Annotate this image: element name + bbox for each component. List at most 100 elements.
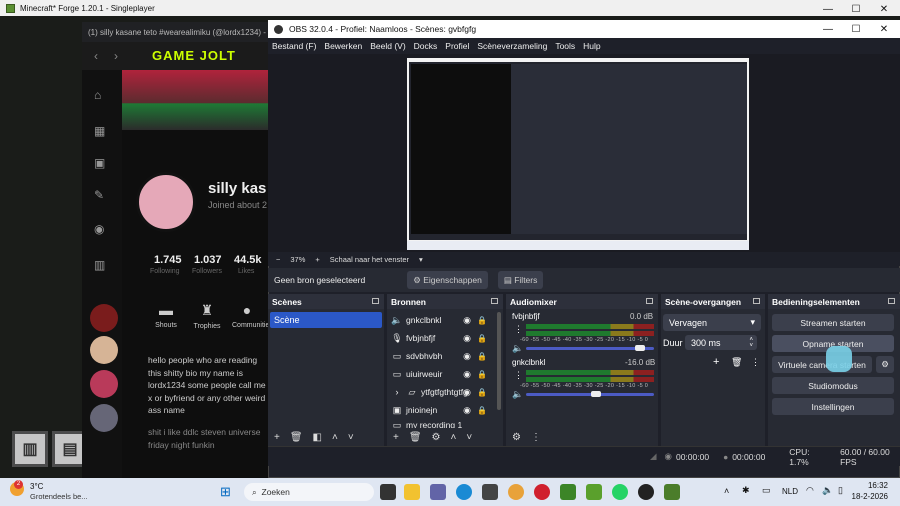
source-item[interactable]: 🔈 gnkclbnkl ◉ 🔒 <box>391 312 493 328</box>
menu-help[interactable]: Hulp <box>583 41 600 51</box>
menu-file[interactable]: Bestand (F) <box>272 41 316 51</box>
whatsapp-icon[interactable] <box>612 484 628 500</box>
home-icon[interactable]: ⌂ <box>94 88 110 104</box>
chevron-up-icon[interactable]: ˄ <box>451 432 457 443</box>
bag-icon[interactable]: ▣ <box>94 156 110 172</box>
chevron-down-icon[interactable]: ▾ <box>419 255 423 264</box>
menu-docks[interactable]: Docks <box>414 41 438 51</box>
community-avatar[interactable] <box>90 304 118 332</box>
popout-icon[interactable] <box>491 298 498 304</box>
stat-following-value[interactable]: 1.745 <box>154 254 182 266</box>
duration-input[interactable]: 300 ms ˄ ˅ <box>685 335 757 350</box>
popout-icon[interactable] <box>753 298 760 304</box>
gear-icon[interactable]: ⚙ <box>512 432 521 443</box>
zoom-out-button[interactable]: − <box>276 255 280 264</box>
chat-icon[interactable]: ◉ <box>94 222 110 238</box>
nav-trophies[interactable]: ♜ Trophies <box>192 302 222 330</box>
terminal-icon[interactable] <box>482 484 498 500</box>
edge-icon[interactable] <box>456 484 472 500</box>
trash-icon[interactable]: 🗑 <box>731 357 742 368</box>
clock-time[interactable]: 16:32 <box>858 481 888 490</box>
quest-icon[interactable]: ✎ <box>94 188 110 204</box>
lock-icon[interactable]: 🔒 <box>477 406 487 415</box>
source-item[interactable]: ▭ sdvbhvbh ◉ 🔒 <box>391 348 493 364</box>
speaker-icon[interactable]: 🔈 <box>512 389 523 400</box>
lock-icon[interactable]: 🔒 <box>477 352 487 361</box>
zoom-in-button[interactable]: + <box>315 255 319 264</box>
volume-icon[interactable]: 🔈 <box>822 485 833 496</box>
eye-icon[interactable]: ◉ <box>463 405 471 416</box>
trash-icon[interactable]: 🗑 <box>290 432 303 443</box>
community-avatar[interactable] <box>90 370 118 398</box>
store-icon[interactable]: ▦ <box>94 124 110 140</box>
clock-date[interactable]: 18-2-2026 <box>848 492 888 501</box>
start-streaming-button[interactable]: Streamen starten <box>772 314 894 331</box>
nav-shouts[interactable]: ▬ Shouts <box>151 302 181 329</box>
scrollbar[interactable] <box>497 312 501 410</box>
gear-icon[interactable]: ⚙ <box>876 356 894 373</box>
gamejolt-logo[interactable]: GAME JOLT <box>152 48 236 63</box>
filters-button[interactable]: ▤ Filters <box>497 271 544 289</box>
chrome-icon[interactable] <box>508 484 524 500</box>
app-icon[interactable] <box>664 484 680 500</box>
browser-tab[interactable]: (1) silly kasane teto #wearealimiku (@lo… <box>82 22 268 42</box>
eye-icon[interactable]: ◉ <box>463 333 471 344</box>
lock-icon[interactable]: 🔒 <box>477 334 487 343</box>
eye-icon[interactable]: ◉ <box>463 351 471 362</box>
source-item[interactable]: ▭ my recording 1 <box>391 420 493 428</box>
preview-canvas[interactable] <box>407 58 749 250</box>
minecraft-launcher-icon[interactable] <box>586 484 602 500</box>
back-icon[interactable]: ‹ <box>94 49 98 63</box>
nav-communities[interactable]: ● Communities <box>232 302 273 329</box>
add-icon[interactable]: + <box>393 432 399 443</box>
eye-icon[interactable]: ◉ <box>463 387 471 398</box>
volume-slider-knob[interactable] <box>634 345 645 351</box>
lock-icon[interactable]: 🔒 <box>477 370 487 379</box>
obs-icon[interactable] <box>638 484 654 500</box>
chevron-down-icon[interactable]: ˅ <box>466 432 472 443</box>
more-icon[interactable]: ⋮ <box>751 357 760 368</box>
avatar[interactable] <box>136 172 196 232</box>
stat-likes-value[interactable]: 44.5k <box>234 254 262 266</box>
lock-icon[interactable]: 🔒 <box>477 316 487 325</box>
gear-icon[interactable]: ⚙ <box>432 432 441 443</box>
task-view-icon[interactable] <box>380 484 396 500</box>
maximize-button[interactable]: ☐ <box>842 20 870 38</box>
weather-temp[interactable]: 3°C <box>30 482 43 491</box>
trash-icon[interactable]: 🗑 <box>409 432 422 443</box>
more-icon[interactable]: ⋮ <box>531 432 541 443</box>
eye-icon[interactable]: ◉ <box>463 315 471 326</box>
popout-icon[interactable] <box>888 298 895 304</box>
search-box[interactable]: ⌕ Zoeken <box>244 483 374 501</box>
forward-icon[interactable]: › <box>114 49 118 63</box>
community-avatar[interactable] <box>90 336 118 364</box>
menu-edit[interactable]: Bewerken <box>324 41 362 51</box>
eye-icon[interactable]: ◉ <box>463 369 471 380</box>
wifi-icon[interactable]: ◠ <box>806 485 814 496</box>
file-explorer-icon[interactable] <box>404 484 420 500</box>
menu-profile[interactable]: Profiel <box>445 41 469 51</box>
opera-icon[interactable] <box>534 484 550 500</box>
minimize-button[interactable]: — <box>814 20 842 38</box>
windows-start-icon[interactable]: ⊞ <box>220 484 231 500</box>
menu-scene-collection[interactable]: Scèneverzameling <box>477 41 547 51</box>
scale-mode[interactable]: Schaal naar het venster <box>330 255 409 264</box>
menu-tools[interactable]: Tools <box>555 41 575 51</box>
more-icon[interactable]: ⋮ <box>514 324 523 335</box>
scene-item[interactable]: Scène <box>270 312 382 328</box>
battery-icon[interactable]: ▭ <box>762 485 771 496</box>
speaker-icon[interactable]: 🔈 <box>512 343 523 354</box>
settings-button[interactable]: Instellingen <box>772 398 894 415</box>
weather-desc[interactable]: Grotendeels be... <box>30 492 88 501</box>
source-item[interactable]: ▭ uiuirweuir ◉ 🔒 <box>391 366 493 382</box>
chevron-right-icon[interactable]: › <box>391 387 403 397</box>
menu-view[interactable]: Beeld (V) <box>370 41 405 51</box>
source-item[interactable]: › ▱ ytfgtfgthtgtfg ◉ 🔒 <box>391 384 493 400</box>
popout-icon[interactable] <box>372 298 379 304</box>
teams-icon[interactable] <box>430 484 446 500</box>
properties-button[interactable]: ⚙ Eigenschappen <box>407 271 488 289</box>
filter-icon[interactable]: ◧ <box>313 432 322 443</box>
bluetooth-icon[interactable]: ✱ <box>742 485 750 496</box>
library-icon[interactable]: ▥ <box>94 258 110 274</box>
start-virtual-camera-button[interactable]: Virtuele camera starten <box>772 356 872 373</box>
